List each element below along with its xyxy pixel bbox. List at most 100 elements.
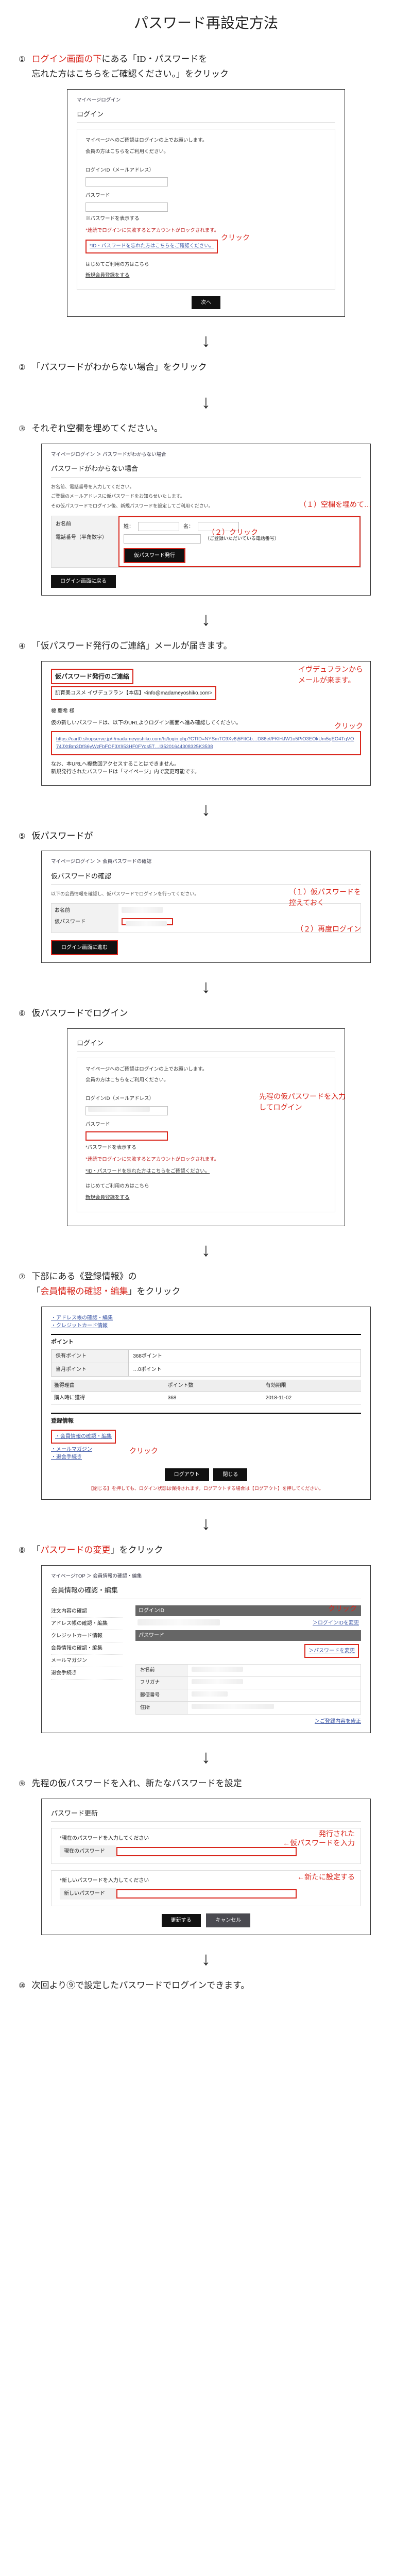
panel-member-edit: マイページTOP ＞ 会員情報の確認・編集 会員情報の確認・編集 注文内容の確認…: [41, 1565, 371, 1733]
panel3-p2: ご登録のメールアドレスに仮パスワードをお知らせいたします。: [51, 493, 361, 500]
login-id-bar: ログインID: [135, 1605, 361, 1616]
link-mailmag[interactable]: ・メールマガジン: [51, 1446, 361, 1453]
step-8-text: 「パスワードの変更」をクリック: [31, 1543, 163, 1558]
link-member-info[interactable]: ・会員情報の確認・編集: [51, 1430, 116, 1444]
panel-forgot-pw: マイページログイン ＞ パスワードがわからない場合 パスワードがわからない場合 …: [41, 444, 371, 596]
panel-login-1: マイページログイン ログイン マイページへのご確認はログインの上でお願いします。…: [67, 89, 345, 317]
show-pw-2: *パスワードを表示する: [85, 1144, 327, 1151]
nav-orders[interactable]: 注文内容の確認: [51, 1605, 123, 1618]
step-5-number: ⑤: [19, 831, 25, 843]
new-member-link[interactable]: 新規会員登録をする: [85, 272, 327, 279]
input-login-id-2[interactable]: [85, 1106, 168, 1115]
annot-click-1: クリック: [221, 233, 250, 244]
label-mei: 名：: [183, 523, 194, 531]
annot-click-8: クリック: [328, 1604, 357, 1615]
arrow-down-icon: ↓: [0, 1748, 412, 1766]
login-pw-bar: パスワード: [135, 1630, 361, 1641]
label-sei: 姓：: [124, 523, 134, 531]
email-caution2: 新規発行されたパスワードは「マイページ」内で変更可能です。: [51, 768, 361, 776]
step-6-number: ⑥: [19, 1008, 25, 1020]
step-10-number: ⑩: [19, 1980, 25, 1992]
nav-address[interactable]: アドレス帳の確認・編集: [51, 1618, 123, 1630]
label-name5: お名前: [55, 907, 115, 918]
annot-fill-blank: （１）空欄を埋めて…: [299, 500, 371, 511]
panel-pw-update: パスワード更新 *現在のパスワードを入力してください 現在のパスワード *新しい…: [41, 1799, 371, 1936]
reg-heading: 登録情報: [51, 1417, 361, 1426]
annot-mail-from: イヴデュフランから メールが来ます。: [298, 665, 363, 686]
panel1-warn: *連続でログインに失敗するとアカウントがロックされます。: [85, 227, 327, 234]
panel-mypage: ・アドレス帳の確認・編集 ・クレジットカード情報 ポイント 保有ポイント368ポ…: [41, 1307, 371, 1500]
arrow-down-icon: ↓: [0, 331, 412, 350]
arrow-down-icon: ↓: [0, 610, 412, 629]
step-7-number: ⑦: [19, 1271, 25, 1283]
panel1-lead1: マイページへのご確認はログインの上でお願いします。: [85, 137, 327, 144]
input-sei[interactable]: [138, 522, 179, 531]
step-1-number: ①: [19, 54, 25, 66]
nav-mailmag[interactable]: メールマガジン: [51, 1655, 123, 1667]
input-new-pw[interactable]: [116, 1889, 297, 1899]
panel9-heading: パスワード更新: [51, 1808, 361, 1819]
input-login-id[interactable]: [85, 177, 168, 187]
input-tel[interactable]: [124, 534, 201, 544]
step-7-text: 下部にある《登録情報》の 「会員情報の確認・編集」をクリック: [31, 1269, 180, 1299]
label-temp-pw: 仮パスワード: [55, 918, 115, 929]
input-current-pw[interactable]: [116, 1847, 297, 1856]
nav-member[interactable]: 会員情報の確認・編集: [51, 1642, 123, 1655]
step-1-redpart: ログイン画面の下: [31, 54, 101, 64]
panel3-p1: お名前、電話番号を入力してください。: [51, 484, 361, 491]
first-time-label: はじめてご利用の方はこちら: [85, 261, 327, 268]
forgot-password-link[interactable]: *ID・パスワードを忘れた方はこちらをご確認ください。: [85, 240, 218, 253]
arrow-down-icon: ↓: [0, 1950, 412, 1968]
label-login-pw: パスワード: [85, 192, 327, 199]
step-1-text: ログイン画面の下にある「ID・パスワードを 忘れた方はこちらをご確認ください。」…: [31, 52, 229, 82]
next-button[interactable]: 次へ: [192, 296, 220, 309]
step-4-number: ④: [19, 640, 25, 653]
issue-temp-pw-button[interactable]: 仮パスワード発行: [124, 548, 185, 563]
panel-email: 仮パスワード発行のご連絡 肌育美コスメ イヴデュフラン【本店】<info@mad…: [41, 661, 371, 786]
panel1-heading: ログイン: [77, 109, 335, 120]
label-login-id: ログインID（メールアドレス）: [85, 166, 327, 174]
label-login-pw-2: パスワード: [85, 1121, 327, 1128]
arrow-down-icon: ↓: [0, 977, 412, 996]
back-to-login-button[interactable]: ログイン画面に戻る: [51, 575, 116, 588]
step-2-text: 「パスワードがわからない場合」をクリック: [31, 360, 207, 375]
nav-leave[interactable]: 退会手続き: [51, 1667, 123, 1680]
cancel-button[interactable]: キャンセル: [206, 1913, 250, 1927]
link-leave[interactable]: ・退会手続き: [51, 1453, 361, 1461]
panel6-lead2: 会員の方はこちらをご利用ください。: [85, 1076, 327, 1084]
nav-cc[interactable]: クレジットカード情報: [51, 1630, 123, 1642]
step-5-text: 仮パスワードが: [31, 829, 93, 844]
input-login-pw-2[interactable]: [85, 1131, 168, 1141]
panel6-heading: ログイン: [77, 1038, 335, 1048]
step-9-number: ⑨: [19, 1778, 25, 1790]
points-history-table: 獲得理由ポイント数有効期限 購入時に獲得3682018-11-02: [51, 1380, 361, 1404]
new-member-link-2[interactable]: 新規会員登録をする: [85, 1194, 327, 1201]
forgot-pw-link-2[interactable]: *ID・パスワードを忘れた方はこちらをご確認ください。: [85, 1167, 327, 1175]
goto-login-button[interactable]: ログイン画面に進む: [51, 940, 118, 955]
email-subject: 仮パスワード発行のご連絡: [51, 669, 133, 684]
annot-set-new: ←新たに設定する: [297, 1872, 355, 1883]
step-4-text: 「仮パスワード発行のご連絡」メールが届きます。: [31, 639, 232, 654]
step-8-number: ⑧: [19, 1545, 25, 1557]
temp-pw-url-link[interactable]: https://cart0.shopserve.jp/-/madameyoshi…: [56, 736, 354, 750]
panel1-lead2: 会員の方はこちらをご利用ください。: [85, 148, 327, 156]
close-button[interactable]: 閉じる: [213, 1468, 247, 1481]
input-login-pw[interactable]: [85, 202, 168, 212]
panel6-warn: *連続でログインに失敗するとアカウントがロックされます。: [85, 1156, 327, 1163]
update-button[interactable]: 更新する: [162, 1914, 201, 1927]
label-new-pw: 新しいパスワード: [60, 1888, 116, 1900]
breadcrumb: マイページログイン: [77, 97, 335, 107]
edit-reg-link[interactable]: ＞ご登録内容を修正: [315, 1719, 361, 1724]
arrow-down-icon: ↓: [0, 393, 412, 411]
logout-button[interactable]: ログアウト: [165, 1468, 209, 1481]
side-nav: 注文内容の確認 アドレス帳の確認・編集 クレジットカード情報 会員情報の確認・編…: [51, 1605, 123, 1725]
change-id-link[interactable]: ＞ログインIDを変更: [313, 1619, 359, 1627]
link-address-book[interactable]: ・アドレス帳の確認・編集: [51, 1314, 361, 1322]
annot-enter-temp-2: ←仮パスワードを入力: [283, 1838, 355, 1849]
change-pw-link[interactable]: ＞パスワードを変更: [304, 1644, 359, 1658]
page-title: パスワード再設定方法: [0, 0, 412, 46]
link-creditcard[interactable]: ・クレジットカード情報: [51, 1322, 361, 1330]
arrow-down-icon: ↓: [0, 800, 412, 819]
arrow-down-icon: ↓: [0, 1241, 412, 1259]
annot-relogin: （２）再度ログイン: [296, 924, 361, 935]
